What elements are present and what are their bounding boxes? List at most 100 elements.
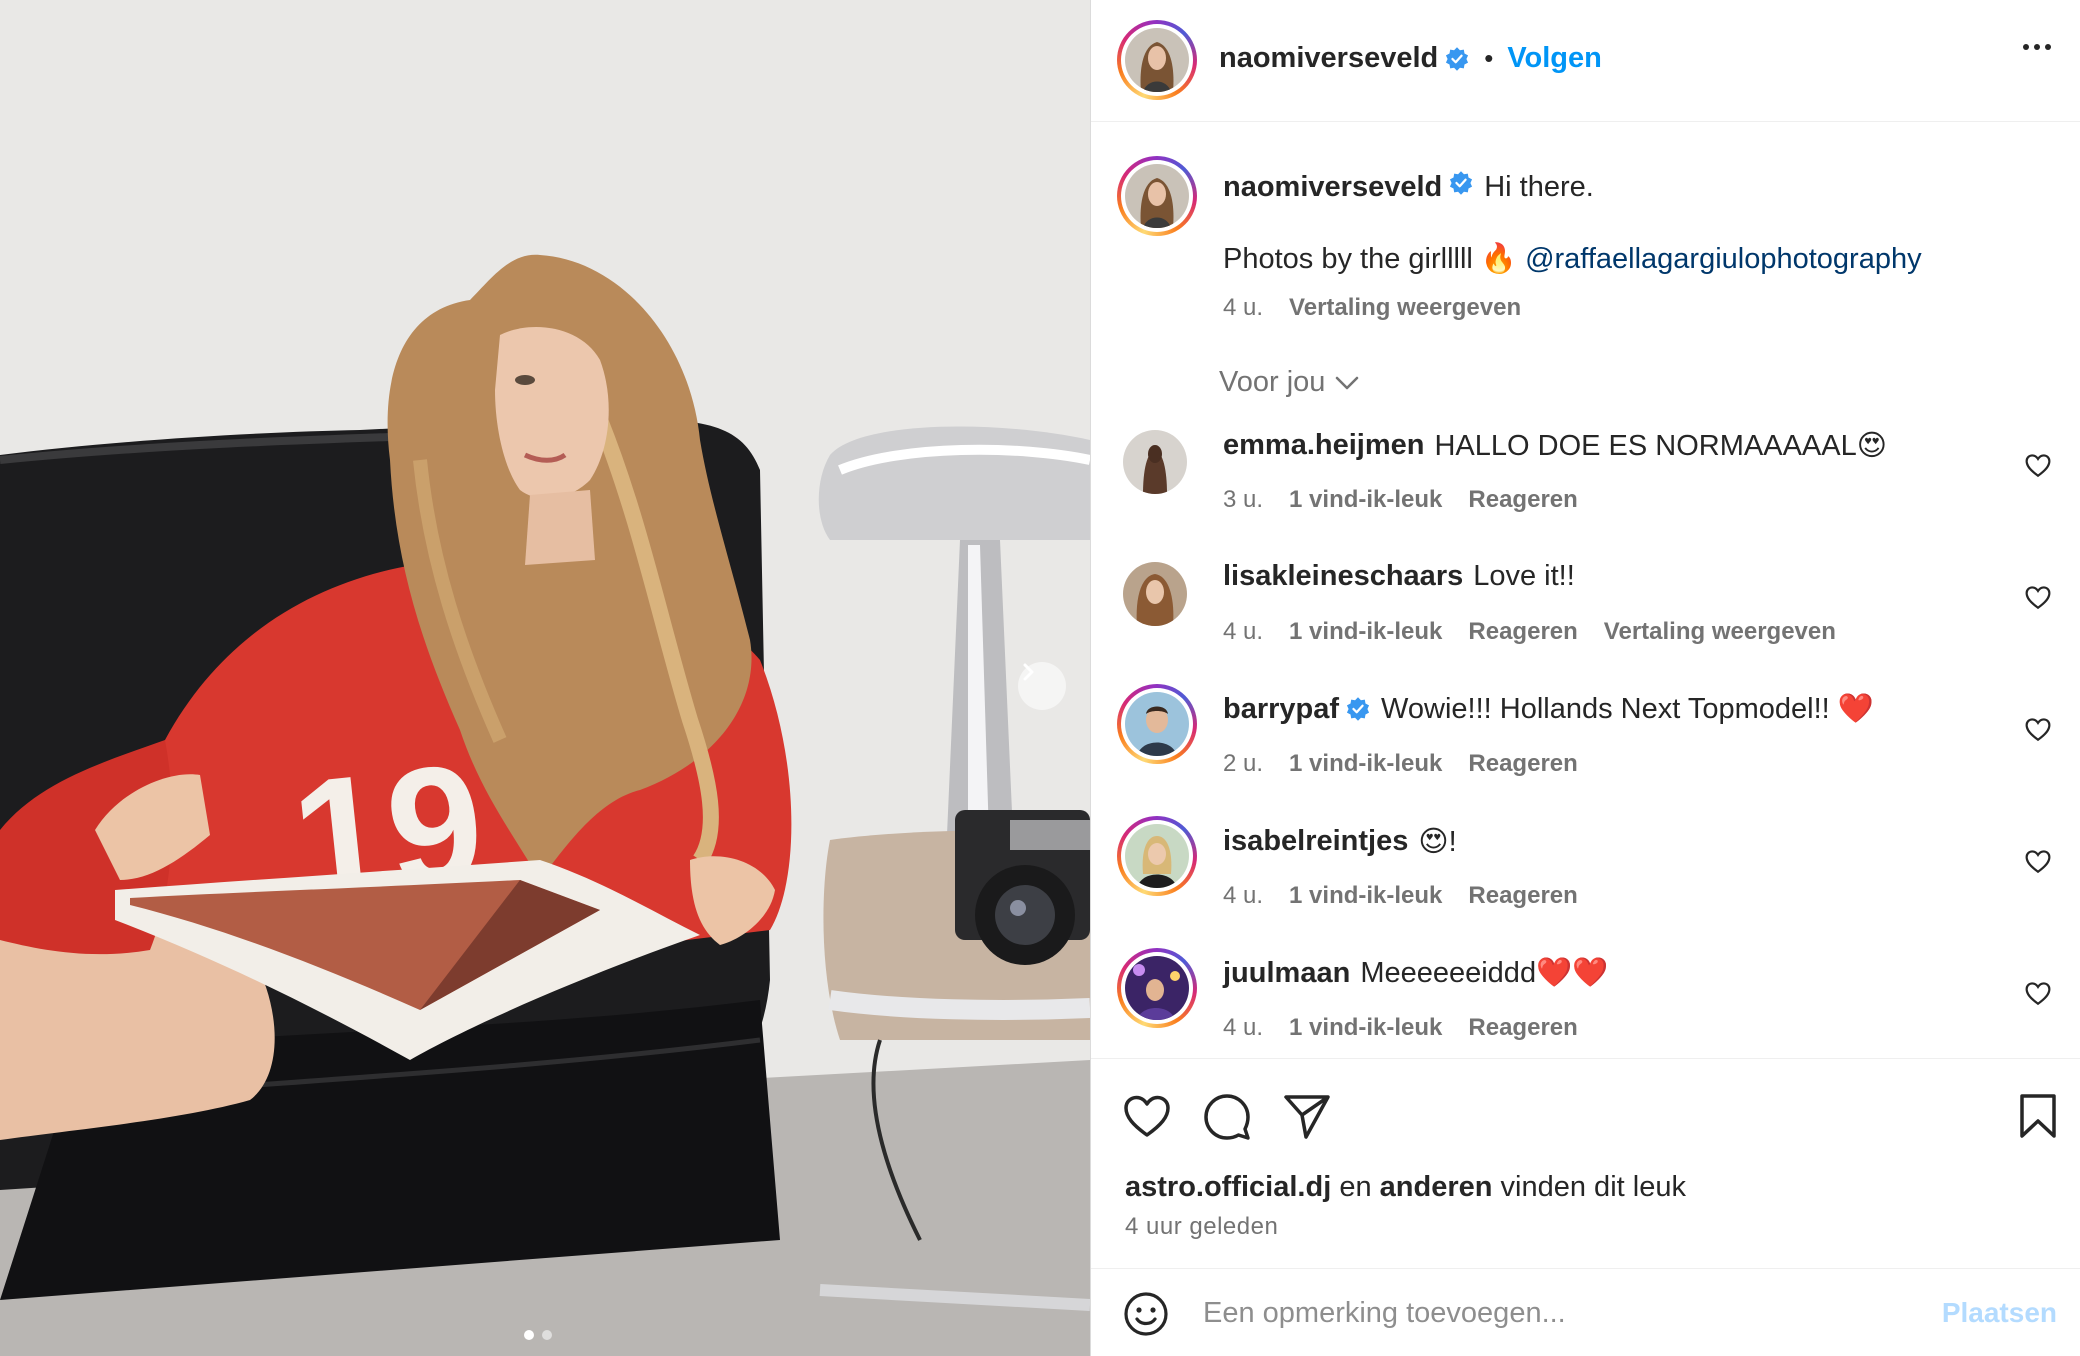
comment-text: HALLO DOE ES NORMAAAAAL😍 (1434, 430, 1887, 462)
commenter-avatar[interactable] (1123, 430, 1187, 494)
heart-icon[interactable] (2025, 982, 2051, 1006)
likes-suffix: vinden dit leuk (1500, 1171, 1686, 1203)
comment-reply-button[interactable]: Reageren (1468, 1014, 1577, 1042)
heart-icon[interactable] (2025, 454, 2051, 478)
comment-item: lisakleineschaars Love it!! 4 u. 1 vind-… (1091, 560, 2080, 690)
caption-text: Hi there. (1484, 171, 1594, 203)
comment-item: barrypaf Wowie!!! Hollands Next Topmodel… (1091, 684, 2080, 822)
comment-body: barrypaf Wowie!!! Hollands Next Topmodel… (1223, 692, 1874, 726)
commenter-avatar[interactable] (1123, 562, 1187, 626)
comment-username[interactable]: isabelreintjes (1223, 825, 1408, 858)
comment-time: 4 u. (1223, 882, 1264, 909)
avatar-image (1123, 430, 1187, 494)
heart-icon[interactable] (1123, 1095, 1171, 1139)
comment-body: isabelreintjes 😍! (1223, 824, 1457, 859)
carousel-indicator (524, 1330, 552, 1340)
paper-plane-icon[interactable] (1283, 1093, 1331, 1139)
comment-text: Meeeeeeiddd❤️❤️ (1360, 957, 1609, 989)
avatar-image (1125, 28, 1189, 92)
caption-line2-text: Photos by the girlllll 🔥 (1223, 243, 1518, 275)
comment-body: emma.heijmen HALLO DOE ES NORMAAAAAL😍 (1223, 428, 1887, 463)
caption-row: naomiverseveld Hi there. (1223, 170, 1594, 204)
comment-meta: 4 u. 1 vind-ik-leuk Reageren (1223, 1014, 1578, 1042)
comment-meta: 4 u. 1 vind-ik-leuk Reageren (1223, 882, 1578, 910)
separator-dot: • (1484, 43, 1494, 73)
verified-badge-icon (1346, 697, 1370, 721)
emoji-smile-icon[interactable] (1123, 1291, 1169, 1337)
comment-meta: 3 u. 1 vind-ik-leuk Reageren (1223, 486, 1578, 514)
comment-item: isabelreintjes 😍! 4 u. 1 vind-ik-leuk Re… (1091, 816, 2080, 954)
comment-meta: 4 u. 1 vind-ik-leuk Reageren Vertaling w… (1223, 618, 1836, 646)
comment-likes[interactable]: 1 vind-ik-leuk (1289, 750, 1442, 778)
avatar-image (1125, 956, 1189, 1020)
comment-username[interactable]: barrypaf (1223, 693, 1339, 726)
comment-text: Wowie!!! Hollands Next Topmodel!! ❤️ (1381, 693, 1874, 725)
comment-time: 4 u. (1223, 618, 1264, 645)
comment-translate-link[interactable]: Vertaling weergeven (1604, 618, 1836, 646)
verified-badge-icon (1446, 46, 1469, 71)
commenter-avatar[interactable] (1117, 684, 1197, 764)
caption-username[interactable]: naomiverseveld (1223, 171, 1442, 204)
comment-likes[interactable]: 1 vind-ik-leuk (1289, 618, 1442, 646)
comment-input[interactable] (1203, 1291, 1903, 1335)
comment-username[interactable]: lisakleineschaars (1223, 560, 1463, 593)
comment-time: 2 u. (1223, 750, 1264, 777)
caption-mention-link[interactable]: @raffaellagargiulophotography (1525, 243, 1922, 275)
comment-text: 😍! (1418, 826, 1457, 858)
comment-reply-button[interactable]: Reageren (1468, 750, 1577, 778)
likes-conjunction: en (1339, 1171, 1372, 1203)
comment-item: juulmaan Meeeeeeiddd❤️❤️ 4 u. 1 vind-ik-… (1091, 948, 2080, 1058)
comment-likes[interactable]: 1 vind-ik-leuk (1289, 882, 1442, 910)
comment-username[interactable]: juulmaan (1223, 957, 1350, 990)
comment-time: 3 u. (1223, 486, 1264, 513)
comment-reply-button[interactable]: Reageren (1468, 882, 1577, 910)
verified-badge-icon (1450, 171, 1473, 195)
caption-author-avatar[interactable] (1117, 156, 1197, 236)
avatar-image (1123, 562, 1187, 626)
avatar-image (1125, 824, 1189, 888)
comment-reply-button[interactable]: Reageren (1468, 618, 1577, 646)
add-comment-bar: Plaatsen (1091, 1268, 2080, 1356)
likes-user-link[interactable]: astro.official.dj (1125, 1171, 1331, 1203)
more-options-icon[interactable] (2023, 44, 2051, 50)
post-header: naomiverseveld • Volgen (1091, 0, 2080, 122)
author-username[interactable]: naomiverseveld (1219, 42, 1438, 75)
post-comment-button[interactable]: Plaatsen (1942, 1297, 2057, 1329)
comment-username[interactable]: emma.heijmen (1223, 429, 1424, 462)
comment-bubble-icon[interactable] (1203, 1093, 1251, 1141)
comment-body: lisakleineschaars Love it!! (1223, 560, 1575, 593)
heart-icon[interactable] (2025, 586, 2051, 610)
comment-reply-button[interactable]: Reageren (1468, 486, 1577, 514)
follow-button[interactable]: Volgen (1507, 42, 1602, 75)
comment-item: emma.heijmen HALLO DOE ES NORMAAAAAL😍 3 … (1091, 428, 2080, 558)
header-user-row: naomiverseveld • Volgen (1219, 42, 1602, 75)
comment-sort-dropdown[interactable]: Voor jou (1219, 366, 1359, 399)
heart-icon[interactable] (2025, 850, 2051, 874)
post-timestamp[interactable]: 4 uur geleden (1125, 1213, 1278, 1241)
avatar-image (1125, 164, 1189, 228)
commenter-avatar[interactable] (1117, 816, 1197, 896)
carousel-dot (542, 1330, 552, 1340)
comment-sort-label: Voor jou (1219, 366, 1326, 398)
comment-likes[interactable]: 1 vind-ik-leuk (1289, 486, 1442, 514)
photo-illustration: 19 (0, 0, 1090, 1356)
comments-section[interactable]: naomiverseveld Hi there. Photos by the g… (1091, 122, 2080, 1058)
caption-line2: Photos by the girlllll 🔥 @raffaellagargi… (1223, 242, 1922, 276)
comment-likes[interactable]: 1 vind-ik-leuk (1289, 1014, 1442, 1042)
chevron-down-icon (1336, 376, 1359, 389)
author-avatar[interactable] (1117, 20, 1197, 100)
caption-translate-link[interactable]: Vertaling weergeven (1289, 294, 1521, 322)
post-side-panel: naomiverseveld • Volgen naomiverseveld H… (1090, 0, 2080, 1356)
comment-body: juulmaan Meeeeeeiddd❤️❤️ (1223, 956, 1608, 990)
comment-text: Love it!! (1473, 560, 1575, 592)
post-actions: astro.official.dj en anderen vinden dit … (1091, 1058, 2080, 1268)
likes-others-link[interactable]: anderen (1380, 1171, 1493, 1203)
post-photo[interactable]: 19 (0, 0, 1090, 1356)
comment-meta: 2 u. 1 vind-ik-leuk Reageren (1223, 750, 1578, 778)
bookmark-icon[interactable] (2019, 1093, 2057, 1139)
carousel-next-button[interactable] (1018, 662, 1066, 710)
caption-time: 4 u. (1223, 294, 1264, 321)
commenter-avatar[interactable] (1117, 948, 1197, 1028)
caption-meta: 4 u. Vertaling weergeven (1223, 294, 1521, 322)
heart-icon[interactable] (2025, 718, 2051, 742)
